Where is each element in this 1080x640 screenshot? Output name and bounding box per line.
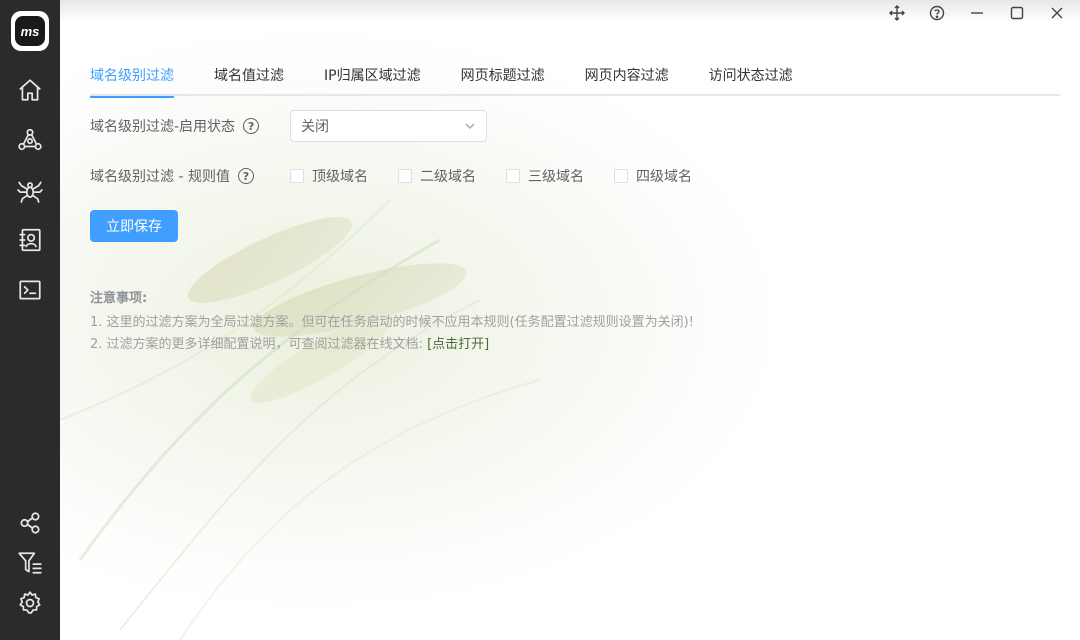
maximize-icon[interactable] [1002, 2, 1032, 24]
share-icon[interactable] [16, 509, 44, 537]
rule-value-row: 域名级别过滤 - 规则值 ? [90, 166, 254, 186]
checkbox-box[interactable] [398, 169, 412, 183]
tab-ip-region-filter[interactable]: IP归属区域过滤 [304, 64, 441, 96]
checkbox-box[interactable] [614, 169, 628, 183]
checkbox-second-level-domain[interactable]: 二级域名 [398, 166, 476, 186]
enable-state-row: 域名级别过滤-启用状态 ? [90, 116, 260, 136]
save-now-button[interactable]: 立即保存 [90, 210, 178, 242]
logo-text: ms [15, 16, 45, 46]
app-logo: ms [11, 11, 49, 51]
chevron-down-icon [464, 120, 476, 132]
home-icon[interactable] [16, 76, 44, 104]
close-icon[interactable] [1042, 2, 1072, 24]
rule-value-label: 域名级别过滤 - 规则值 ? [90, 166, 254, 186]
help-icon[interactable] [922, 2, 952, 24]
checkbox-fourth-level-domain[interactable]: 四级域名 [614, 166, 692, 186]
window-controls [882, 2, 1072, 24]
open-docs-link[interactable]: [点击打开] [427, 337, 489, 352]
enable-state-value: 关闭 [301, 119, 329, 135]
settings-icon[interactable] [16, 589, 44, 617]
main-panel: 域名级别过滤 域名值过滤 IP归属区域过滤 网页标题过滤 网页内容过滤 访问状态… [60, 0, 1080, 640]
notes-title: 注意事项: [90, 291, 148, 306]
tab-access-status-filter[interactable]: 访问状态过滤 [689, 64, 813, 96]
filter-icon[interactable] [16, 549, 44, 577]
tab-page-title-filter[interactable]: 网页标题过滤 [441, 64, 565, 96]
checkbox-box[interactable] [290, 169, 304, 183]
tab-page-content-filter[interactable]: 网页内容过滤 [565, 64, 689, 96]
checkbox-top-level-domain[interactable]: 顶级域名 [290, 166, 368, 186]
checkbox-box[interactable] [506, 169, 520, 183]
notes-line-1: 1. 这里的过滤方案为全局过滤方案。但可在任务启动的时候不应用本规则(任务配置过… [90, 315, 694, 330]
tab-domain-value-filter[interactable]: 域名值过滤 [194, 64, 304, 96]
notes-section: 注意事项: 1. 这里的过滤方案为全局过滤方案。但可在任务启动的时候不应用本规则… [90, 288, 694, 356]
move-icon[interactable] [882, 2, 912, 24]
contacts-icon[interactable] [16, 226, 44, 254]
filter-tabs: 域名级别过滤 域名值过滤 IP归属区域过滤 网页标题过滤 网页内容过滤 访问状态… [90, 64, 1060, 98]
enable-state-label: 域名级别过滤-启用状态 ? [90, 116, 260, 136]
checkbox-third-level-domain[interactable]: 三级域名 [506, 166, 584, 186]
spider-icon[interactable] [16, 176, 44, 204]
notes-line-2: 2. 过滤方案的更多详细配置说明，可查阅过滤器在线文档: [点击打开] [90, 337, 490, 352]
question-icon[interactable]: ? [243, 118, 260, 134]
domain-level-checkboxes: 顶级域名 二级域名 三级域名 四级域名 [290, 166, 722, 186]
minimize-icon[interactable] [962, 2, 992, 24]
sidebar: ms [0, 0, 60, 640]
network-icon[interactable] [16, 126, 44, 154]
question-icon[interactable]: ? [237, 168, 254, 184]
enable-state-select[interactable]: 关闭 [290, 110, 487, 142]
tab-domain-level-filter[interactable]: 域名级别过滤 [90, 64, 194, 98]
terminal-icon[interactable] [16, 276, 44, 304]
